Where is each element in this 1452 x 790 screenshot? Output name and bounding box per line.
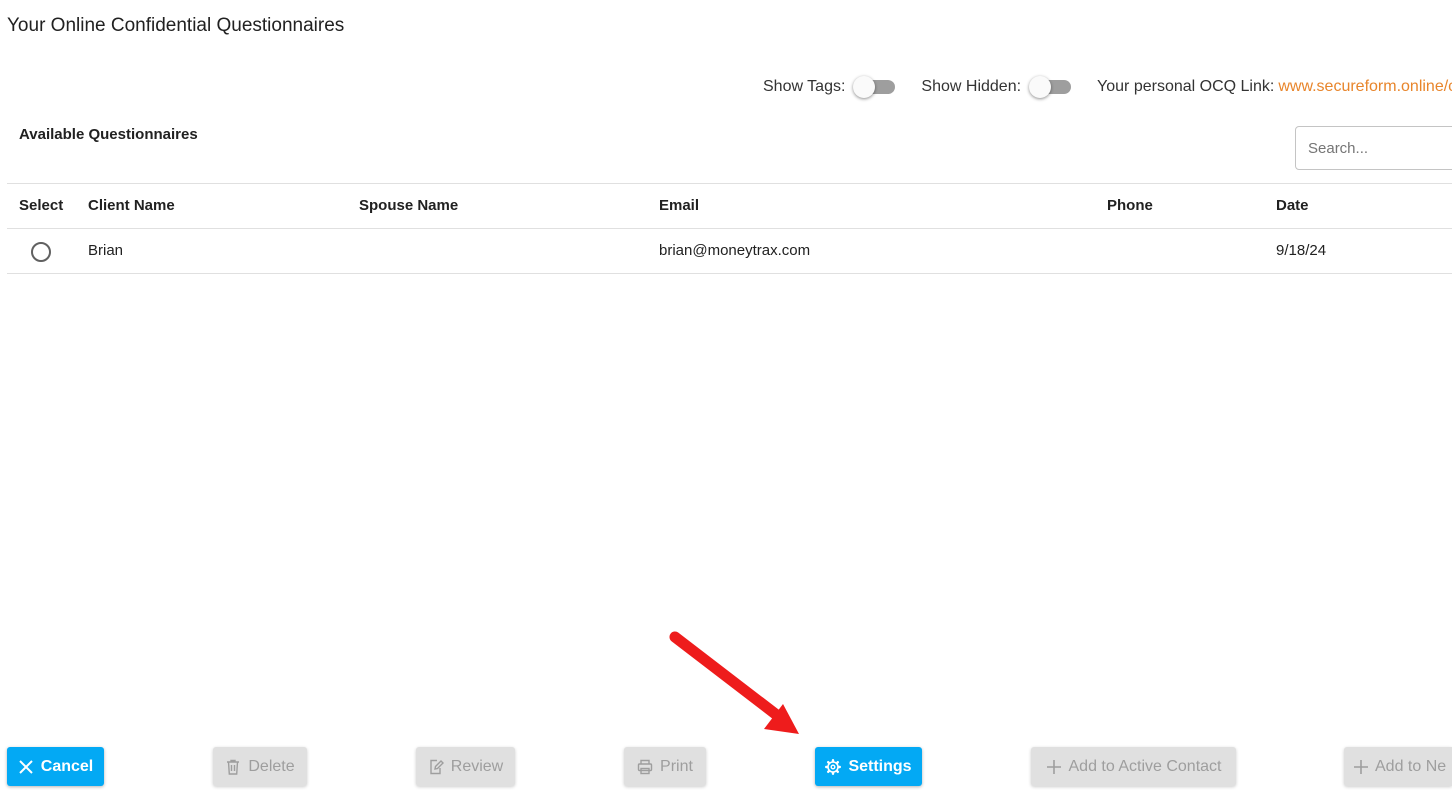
- questionnaires-table: Select Client Name Spouse Name Email Pho…: [7, 183, 1452, 274]
- cancel-label: Cancel: [40, 757, 94, 775]
- page-title: Your Online Confidential Questionnaires: [7, 15, 345, 36]
- table-row[interactable]: Brian brian@moneytrax.com 9/18/24: [7, 229, 1452, 274]
- settings-label: Settings: [848, 757, 912, 775]
- delete-label: Delete: [248, 757, 295, 775]
- show-tags-label: Show Tags:: [763, 78, 846, 95]
- show-tags-toggle[interactable]: [853, 76, 897, 98]
- toolbar: Show Tags: Show Hidden: Your personal OC…: [763, 76, 1452, 98]
- gear-icon: [825, 758, 842, 775]
- print-label: Print: [660, 757, 693, 775]
- section-title: Available Questionnaires: [19, 126, 198, 143]
- close-icon: [18, 759, 34, 775]
- edit-doc-icon: [428, 759, 444, 775]
- header-email[interactable]: Email: [659, 184, 699, 228]
- review-button[interactable]: Review: [416, 747, 515, 786]
- show-tags-thumb: [853, 76, 876, 98]
- show-hidden-thumb: [1029, 76, 1052, 98]
- header-client-name[interactable]: Client Name: [88, 184, 175, 228]
- plus-icon: [1354, 759, 1368, 775]
- header-spouse-name[interactable]: Spouse Name: [359, 184, 458, 228]
- delete-button[interactable]: Delete: [213, 747, 307, 786]
- cancel-button[interactable]: Cancel: [7, 747, 104, 786]
- print-button[interactable]: Print: [624, 747, 706, 786]
- plus-icon: [1046, 759, 1062, 775]
- cell-email: brian@moneytrax.com: [659, 242, 811, 259]
- search-input[interactable]: [1295, 126, 1452, 170]
- show-hidden-toggle[interactable]: [1029, 76, 1073, 98]
- printer-icon: [637, 759, 653, 775]
- table-header-row: Select Client Name Spouse Name Email Pho…: [7, 184, 1452, 229]
- annotation-arrow: [669, 631, 799, 734]
- show-hidden-label: Show Hidden:: [921, 78, 1022, 95]
- header-date[interactable]: Date: [1276, 184, 1309, 228]
- cell-client-name: Brian: [88, 242, 124, 259]
- cell-date: 9/18/24: [1276, 242, 1327, 259]
- add-to-new-label: Add to Ne: [1375, 757, 1447, 775]
- add-to-new-button[interactable]: Add to Ne: [1344, 747, 1452, 786]
- ocq-link-label: Your personal OCQ Link:: [1097, 78, 1275, 95]
- ocq-link[interactable]: www.secureform.online/c: [1278, 78, 1452, 96]
- add-to-active-contact-button[interactable]: Add to Active Contact: [1031, 747, 1236, 786]
- header-phone[interactable]: Phone: [1107, 184, 1153, 228]
- settings-button[interactable]: Settings: [815, 747, 922, 786]
- trash-icon: [225, 759, 241, 775]
- header-select: Select: [19, 197, 64, 214]
- add-to-active-contact-label: Add to Active Contact: [1068, 757, 1222, 775]
- review-label: Review: [450, 757, 504, 775]
- row-select-radio[interactable]: [31, 242, 51, 262]
